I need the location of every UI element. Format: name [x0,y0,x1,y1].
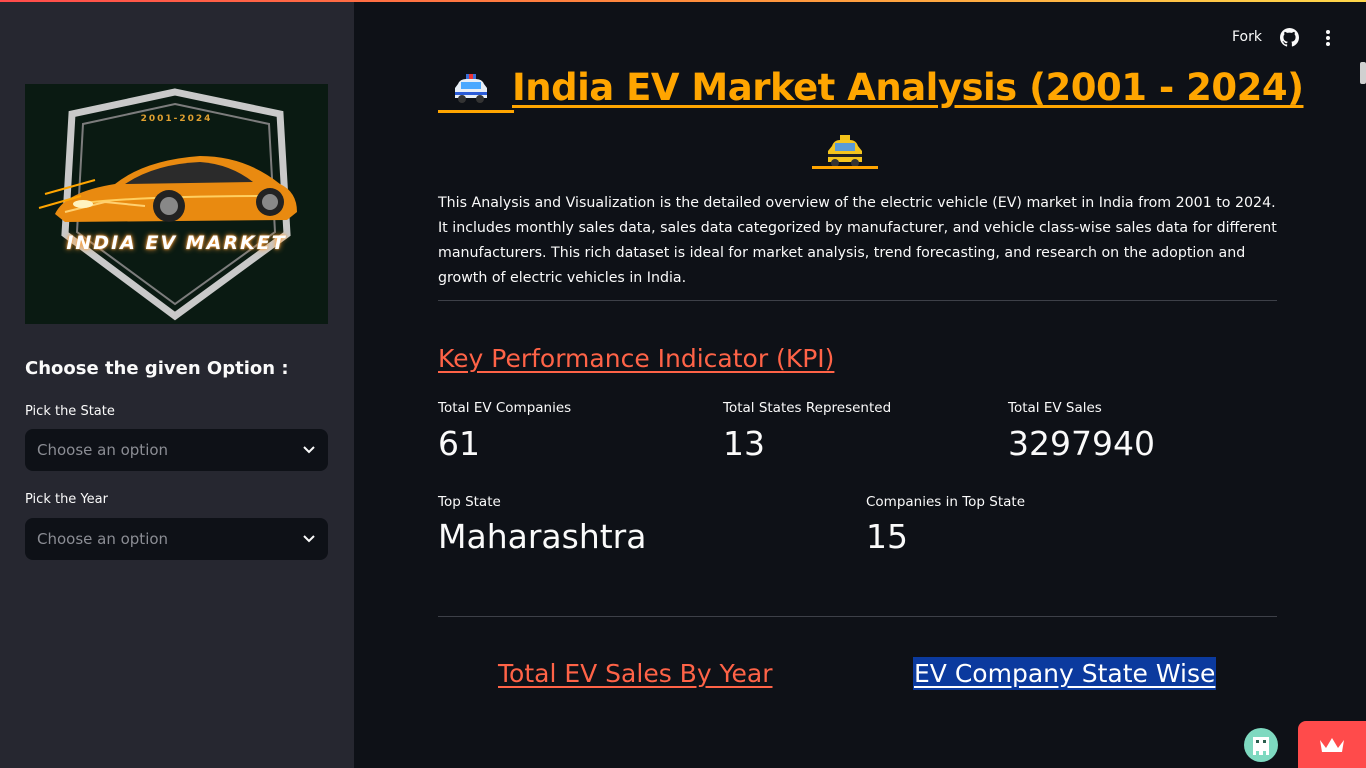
divider [438,616,1277,617]
page-title-text: India EV Market Analysis (2001 - 2024) [512,66,1304,109]
taxi-icon [452,72,490,106]
page-title: India EV Market Analysis (2001 - 2024) [438,62,1304,118]
year-select-placeholder: Choose an option [37,530,169,548]
avatar[interactable] [1244,728,1278,762]
kpi-heading: Key Performance Indicator (KPI) [438,344,835,373]
state-select-placeholder: Choose an option [37,441,169,459]
tab-total-ev-sales-by-year[interactable]: Total EV Sales By Year [497,657,774,690]
logo-years-text: 2001-2024 [140,114,213,124]
metric-value: 61 [438,424,480,463]
metric-label: Top State [438,494,501,510]
title-underline [812,166,878,169]
metric-label: Total EV Sales [1008,400,1102,416]
state-select-label: Pick the State [25,404,115,419]
metric-label: Companies in Top State [866,494,1026,510]
logo-title-text: INDIA EV MARKET [66,232,287,254]
year-select[interactable]: Choose an option [25,518,328,560]
tab-ev-company-state-wise[interactable]: EV Company State Wise [913,657,1217,690]
metric-value: Maharashtra [438,517,647,556]
state-select[interactable]: Choose an option [25,429,328,471]
chevron-down-icon [302,443,316,457]
streamlit-crown-icon[interactable] [1298,721,1366,768]
title-underline [438,110,514,113]
chevron-down-icon [302,532,316,546]
kebab-menu-icon[interactable] [1320,28,1336,48]
metric-label: Total States Represented [723,400,892,416]
fork-button[interactable]: Fork [1232,29,1262,45]
description-text: This Analysis and Visualization is the d… [438,195,1277,286]
metric-value: 3297940 [1008,424,1155,463]
metric-label: Total EV Companies [438,400,572,416]
sidebar: 2001-2024 INDIA EV MARKET Choose the giv… [0,0,354,768]
metric-value: 15 [866,517,908,556]
taxi-icon [824,134,866,170]
year-select-label: Pick the Year [25,492,108,507]
metric-value: 13 [723,424,765,463]
divider [438,300,1277,301]
sidebar-heading: Choose the given Option : [25,358,289,379]
top-decoration-bar [0,0,1366,2]
github-icon[interactable] [1280,28,1299,47]
india-ev-market-logo: 2001-2024 INDIA EV MARKET [25,84,328,324]
scrollbar-thumb[interactable] [1360,62,1366,84]
